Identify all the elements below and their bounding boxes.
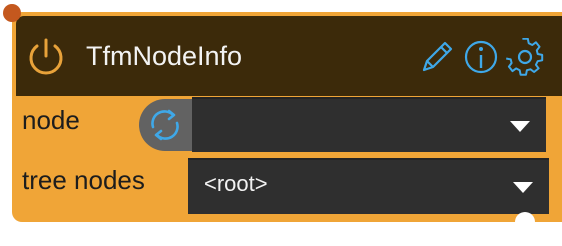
- node-card[interactable]: TfmNodeInfo node tree nodes <root>: [3, 4, 562, 232]
- tree-nodes-label: tree nodes: [22, 165, 145, 195]
- node-field-label: node: [22, 105, 80, 135]
- node-title: TfmNodeInfo: [86, 41, 243, 71]
- node-select[interactable]: [192, 97, 546, 152]
- refresh-button[interactable]: [139, 99, 193, 151]
- tree-nodes-select[interactable]: <root>: [188, 158, 549, 214]
- node-header[interactable]: TfmNodeInfo: [16, 16, 562, 96]
- power-icon[interactable]: [26, 34, 66, 78]
- caret-down-icon: [513, 182, 533, 193]
- pencil-icon[interactable]: [418, 38, 456, 76]
- info-icon[interactable]: [462, 38, 500, 76]
- output-pin[interactable]: [515, 212, 535, 232]
- gear-icon[interactable]: [506, 38, 544, 76]
- tree-nodes-select-value: <root>: [204, 171, 268, 196]
- caret-down-icon: [510, 121, 530, 132]
- refresh-icon: [151, 109, 179, 141]
- input-pin[interactable]: [3, 4, 21, 22]
